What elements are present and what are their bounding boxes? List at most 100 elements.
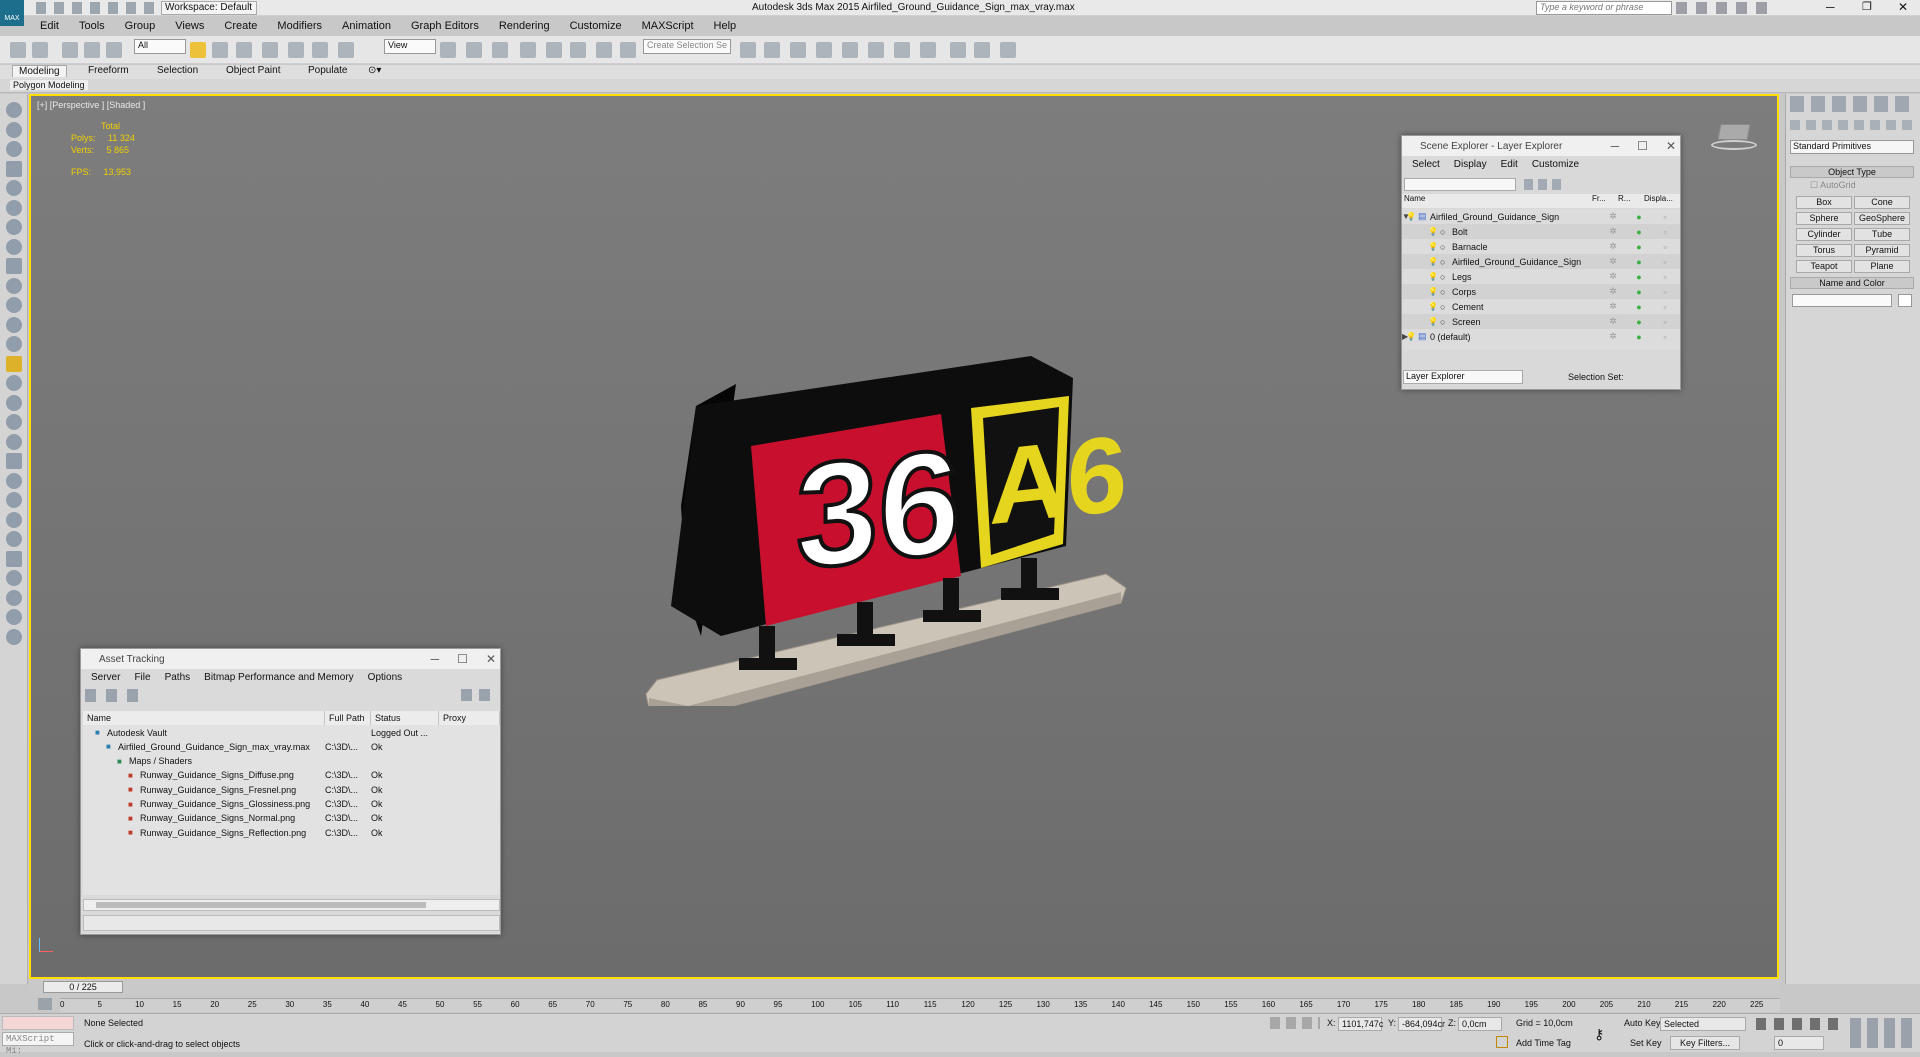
menu-animation[interactable]: Animation [332, 17, 401, 35]
freeze-icon[interactable]: ✲ [1600, 301, 1626, 312]
unlink-icon[interactable] [84, 42, 100, 58]
light-bulb-icon[interactable]: 💡 [1406, 212, 1418, 221]
name-and-color-rollout[interactable]: Name and Color [1790, 277, 1914, 289]
asset-row[interactable]: ■ Runway_Guidance_Signs_Reflection.png C:\… [83, 825, 500, 840]
angle-snap-icon[interactable] [546, 42, 562, 58]
tool-icon[interactable] [6, 160, 22, 177]
undo-icon[interactable] [10, 42, 26, 58]
autogrid-checkbox[interactable]: ☐ AutoGrid [1810, 180, 1856, 191]
display-icon[interactable]: ▫ [1652, 227, 1678, 237]
category-dropdown[interactable]: Standard Primitives [1790, 140, 1914, 154]
tab-object-paint[interactable]: Object Paint [226, 65, 280, 76]
tool-icon[interactable] [6, 297, 22, 313]
key-icon[interactable]: ⚷ [1594, 1026, 1604, 1043]
viewport-nav-icons[interactable] [1850, 1018, 1916, 1048]
asset-menu-bitmap-performance-and-memory[interactable]: Bitmap Performance and Memory [204, 672, 354, 683]
tool-icon[interactable] [6, 609, 22, 625]
col-full-path[interactable]: Full Path [325, 711, 371, 725]
create-type-icons[interactable] [1790, 120, 1916, 130]
layer-row[interactable]: 💡 ○ Bolt ✲ ● ▫ [1402, 224, 1680, 239]
sign-model[interactable]: 36 A6 [611, 306, 1231, 706]
light-bulb-icon[interactable]: 💡 [1428, 227, 1440, 236]
horizontal-scrollbar[interactable] [83, 899, 500, 911]
render-teapot-icon[interactable]: ● [1626, 212, 1652, 222]
tool-icon[interactable] [6, 219, 22, 235]
geosphere-button[interactable]: GeoSphere [1854, 212, 1910, 225]
close-button[interactable]: ✕ [1898, 0, 1908, 14]
asset-row[interactable]: ■ Runway_Guidance_Signs_Glossiness.png C:\… [83, 797, 500, 812]
toggle-scene-explorer-icon[interactable] [816, 42, 832, 58]
display-icon[interactable]: ▫ [1652, 317, 1678, 327]
track-bar[interactable]: 0 5 10 15 20 25 30 35 40 45 50 55 60 65 70 75 80 85 90 95 10… [60, 998, 1780, 1012]
explorer-type-select[interactable]: Layer Explorer [1403, 370, 1523, 384]
plane-button[interactable]: Plane [1854, 260, 1910, 273]
tool-icon[interactable] [6, 316, 22, 333]
tab-selection[interactable]: Selection [157, 65, 198, 76]
col-render[interactable]: R... [1618, 194, 1644, 208]
asset-toolbar-icons[interactable] [85, 689, 147, 702]
object-name-input[interactable] [1792, 294, 1892, 307]
cone-button[interactable]: Cone [1854, 196, 1910, 209]
freeze-icon[interactable]: ✲ [1600, 256, 1626, 267]
freeze-icon[interactable]: ✲ [1600, 241, 1626, 252]
render-teapot-icon[interactable]: ● [1626, 272, 1652, 282]
snap-toggle-icon[interactable] [520, 42, 536, 58]
render-teapot-icon[interactable]: ● [1626, 227, 1652, 237]
current-frame-field[interactable]: 0 [1774, 1036, 1824, 1050]
object-color-swatch[interactable] [1898, 294, 1912, 307]
time-tag-icon[interactable] [1496, 1036, 1508, 1048]
menu-graph-editors[interactable]: Graph Editors [401, 17, 489, 35]
tool-icon[interactable] [6, 375, 22, 391]
auto-key-button[interactable]: Auto Key [1624, 1018, 1661, 1028]
tool-icon[interactable] [6, 531, 22, 547]
tool-icon[interactable] [6, 570, 22, 586]
add-time-tag[interactable]: Add Time Tag [1516, 1038, 1571, 1048]
freeze-icon[interactable]: ✲ [1600, 211, 1626, 222]
light-bulb-icon[interactable]: 💡 [1428, 242, 1440, 251]
close-icon[interactable]: ✕ [1666, 139, 1676, 153]
asset-row[interactable]: ■ Maps / Shaders [83, 754, 500, 769]
pivot-icon[interactable] [440, 42, 456, 58]
layer-row[interactable]: 💡 ○ Cement ✲ ● ▫ [1402, 299, 1680, 314]
restore-button[interactable]: ❐ [1862, 0, 1872, 13]
app-logo[interactable]: MAX [0, 0, 24, 26]
layer-row[interactable]: 💡 ○ Corps ✲ ● ▫ [1402, 284, 1680, 299]
tab-populate[interactable]: Populate [308, 65, 347, 76]
menu-help[interactable]: Help [704, 17, 747, 35]
time-slider[interactable]: 0 / 225 [29, 980, 1779, 994]
light-bulb-icon[interactable]: 💡 [1428, 257, 1440, 266]
render-setup-icon[interactable] [950, 42, 966, 58]
render-teapot-icon[interactable]: ● [1626, 317, 1652, 327]
asset-row[interactable]: ■ Runway_Guidance_Signs_Normal.png C:\3D\.… [83, 811, 500, 826]
select-object-icon[interactable] [190, 42, 206, 58]
object-type-rollout[interactable]: Object Type [1790, 166, 1914, 178]
layer-row[interactable]: 💡 ○ Barnacle ✲ ● ▫ [1402, 239, 1680, 254]
command-panel-tabs[interactable] [1790, 96, 1916, 112]
redo-icon[interactable] [32, 42, 48, 58]
torus-button[interactable]: Torus [1796, 244, 1852, 257]
tool-icon[interactable] [6, 550, 22, 567]
close-icon[interactable]: ✕ [486, 652, 496, 666]
col-display[interactable]: Displa... [1644, 194, 1680, 208]
teapot-button[interactable]: Teapot [1796, 260, 1852, 273]
pyramid-button[interactable]: Pyramid [1854, 244, 1910, 257]
minimize-button[interactable]: ─ [1826, 0, 1835, 14]
tool-icon[interactable] [6, 180, 22, 196]
layer-explorer-icon[interactable] [790, 42, 806, 58]
graphite-toolbar-icon[interactable] [842, 42, 858, 58]
display-icon[interactable]: ▫ [1652, 332, 1678, 342]
display-icon[interactable]: ▫ [1652, 212, 1678, 222]
menu-customize[interactable]: Customize [560, 17, 632, 35]
layer-row[interactable]: ▼ 💡 ▤ Airfiled_Ground_Guidance_Sign ✲ ● ▫ [1402, 209, 1680, 224]
scene-search-input[interactable] [1404, 178, 1516, 191]
select-by-name-icon[interactable] [212, 42, 228, 58]
tool-icon[interactable] [6, 414, 22, 430]
col-asset-name[interactable]: Name [83, 711, 325, 725]
z-coordinate[interactable]: 0,0cm [1458, 1017, 1502, 1031]
asset-row[interactable]: ■ Runway_Guidance_Signs_Diffuse.png C:\3D\… [83, 768, 500, 783]
time-slider-thumb[interactable]: 0 / 225 [43, 981, 123, 993]
light-bulb-icon[interactable]: 💡 [1406, 332, 1418, 341]
key-mode-select[interactable]: Selected [1660, 1017, 1746, 1031]
move-icon[interactable] [288, 42, 304, 58]
freeze-icon[interactable]: ✲ [1600, 271, 1626, 282]
